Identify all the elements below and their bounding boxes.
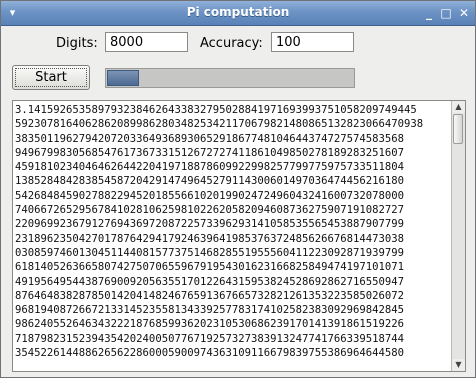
minimize-icon[interactable]: _ — [421, 5, 437, 21]
pi-digits-line: 9496799830568547617367331512672727411861… — [15, 146, 405, 159]
accuracy-label: Accuracy: — [200, 36, 263, 51]
pi-digits-line: 3.14159265358979323846264338327950288419… — [15, 104, 417, 116]
window-title: Pi computation — [186, 5, 290, 19]
pi-digits-line: 9862405526463432221876859936202310530686… — [15, 318, 405, 331]
pi-digits-line: 1385284842838545872042914749645279114300… — [15, 175, 405, 188]
digits-label: Digits: — [56, 36, 98, 51]
pi-digits-line: 8764648382878501420414824676591367665732… — [15, 289, 405, 302]
pi-digits-line: 2209699236791276943697208722573396293141… — [15, 218, 405, 231]
close-icon[interactable]: ✕ — [456, 5, 472, 21]
digits-field[interactable] — [105, 32, 188, 52]
progress-fill — [107, 70, 139, 86]
pi-output-textarea[interactable]: 3.14159265358979323846264338327950288419… — [12, 100, 466, 372]
pi-digits-line: 2318962350427017876429417924639641985376… — [15, 232, 405, 245]
maximize-icon[interactable]: □ — [438, 5, 454, 21]
pi-digits-line: 5923078164062862089986280348253421170679… — [15, 118, 424, 131]
pi-digits-text: 3.14159265358979323846264338327950288419… — [15, 103, 452, 360]
pi-digits-line: 6181405263665807427507065596791954301623… — [15, 261, 405, 274]
pi-digits-line: 7187982315239435420240050776719257327383… — [15, 332, 405, 345]
pi-digits-line: 3545226144886265622860005900974363109116… — [15, 347, 405, 360]
pi-digits-line: 5426848459027882294520185566102019902472… — [15, 189, 405, 202]
pi-computation-window: ▾ Pi computation _ □ ✕ Digits: Accuracy:… — [0, 0, 476, 378]
title-bar[interactable]: ▾ Pi computation _ □ ✕ — [1, 1, 475, 26]
scroll-up-icon[interactable]: ▲ — [452, 101, 465, 113]
pi-digits-line: 7406672652956784102810625981022620582094… — [15, 204, 405, 217]
vertical-scrollbar[interactable]: ▲ ▼ — [451, 101, 465, 371]
pi-digits-line: 3835011962794207203364936893065291867748… — [15, 132, 405, 145]
scroll-thumb[interactable] — [453, 114, 463, 144]
progress-bar — [105, 68, 355, 88]
pi-digits-line: 4591810234046462644220419718878609922998… — [15, 161, 405, 174]
scroll-down-icon[interactable]: ▼ — [452, 359, 465, 371]
accuracy-field[interactable] — [271, 32, 354, 52]
pi-digits-line: 9681940872667213314523558134339257783174… — [15, 304, 405, 317]
pi-digits-line: 4919564954438769009205635517012264315953… — [15, 275, 405, 288]
start-button[interactable]: Start — [12, 65, 90, 90]
pi-digits-line: 0308597460130451144081577375146828551955… — [15, 246, 405, 259]
